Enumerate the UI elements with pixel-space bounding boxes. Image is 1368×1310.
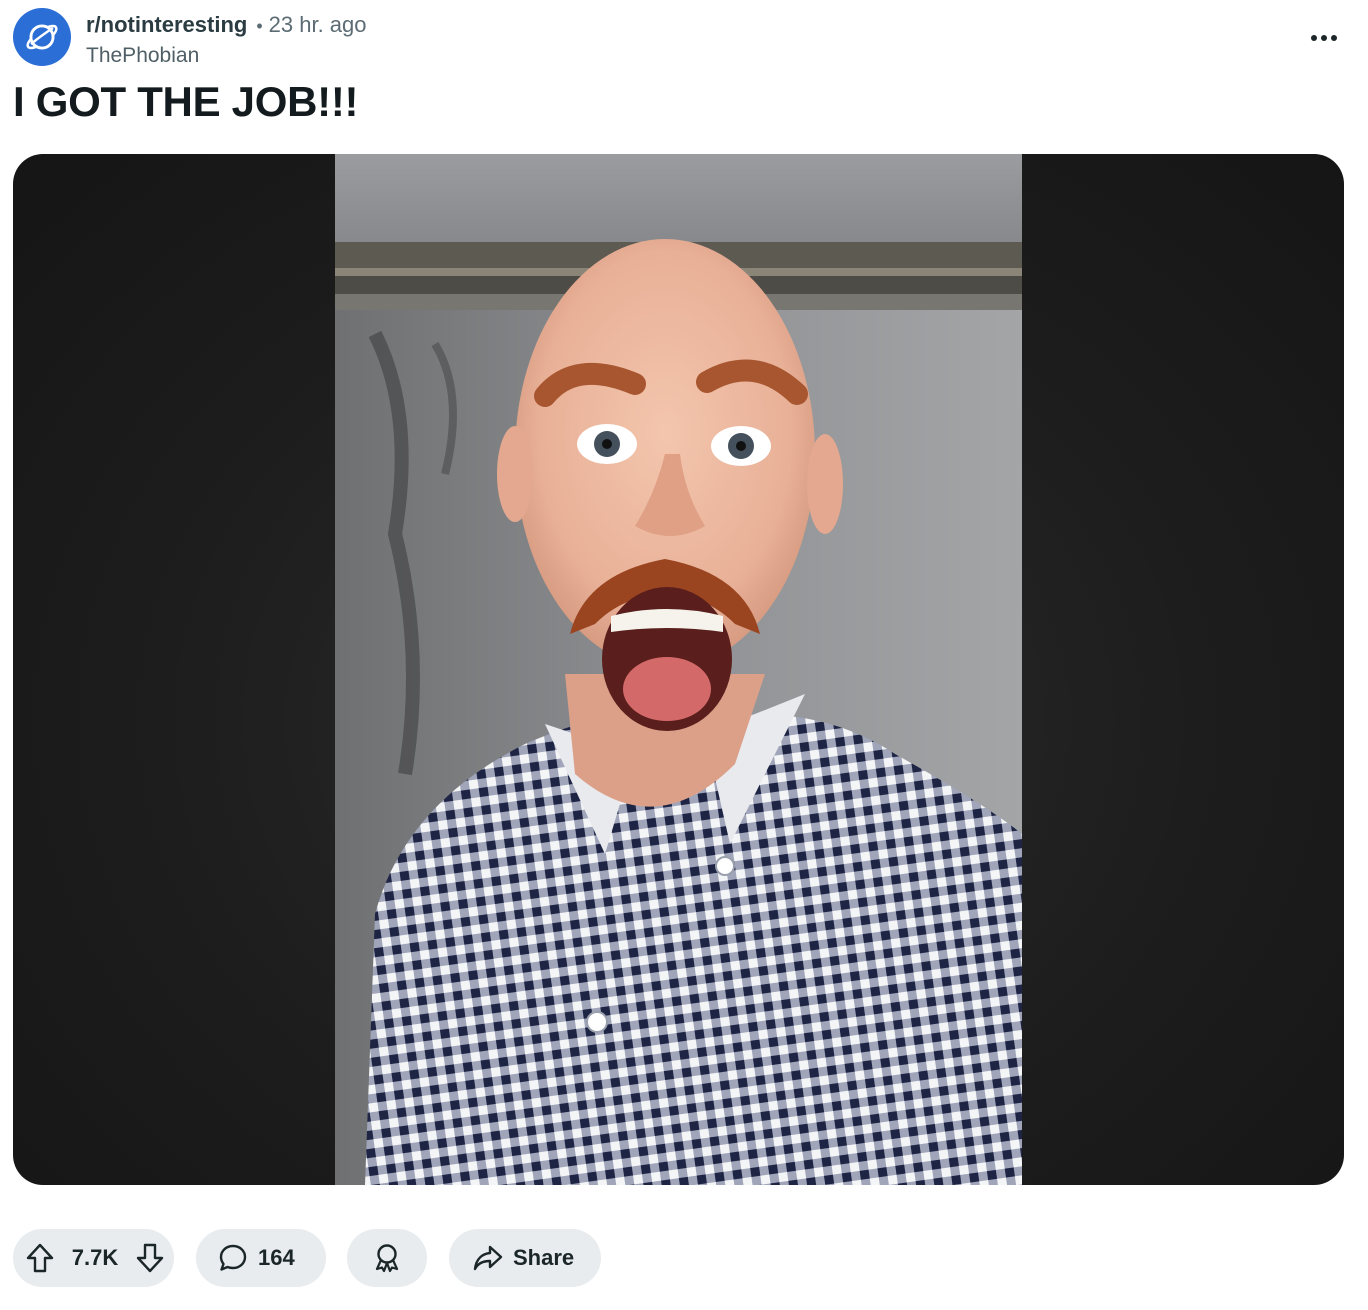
award-button[interactable] [347,1229,427,1287]
comment-bubble-icon [219,1244,247,1271]
planet-icon [26,24,58,50]
comments-button[interactable]: 164 [196,1229,326,1287]
post-media[interactable] [13,154,1344,1185]
author-link[interactable]: ThePhobian [86,42,367,70]
more-options-button[interactable] [1304,22,1344,54]
post-title[interactable]: I GOT THE JOB!!! [13,78,358,126]
vote-score: 7.7K [71,1245,119,1270]
award-ribbon-icon [375,1244,399,1273]
share-arrow-icon [473,1245,503,1271]
vote-control: 7.7K [13,1229,174,1287]
downvote-arrow-icon [136,1243,164,1273]
upvote-arrow-icon [26,1243,54,1273]
downvote-button[interactable] [136,1243,164,1273]
upvote-button[interactable] [26,1243,54,1273]
share-button[interactable]: Share [449,1229,601,1287]
post-header: r/notinteresting • 23 hr. ago ThePhobian [13,8,367,68]
subreddit-avatar[interactable] [13,8,71,66]
more-horizontal-icon [1311,35,1337,41]
share-label: Share [513,1245,575,1270]
subreddit-link[interactable]: r/notinteresting [86,11,247,39]
comment-count: 164 [258,1245,295,1270]
post-action-bar: 7.7K 164 Share [13,1229,601,1287]
post-timestamp: 23 hr. ago [268,12,367,37]
post-image [335,154,1022,1185]
selfie-illustration [335,154,1022,1185]
post-card: r/notinteresting • 23 hr. ago ThePhobian… [0,0,1368,1310]
post-meta: r/notinteresting • 23 hr. ago ThePhobian [86,8,367,70]
meta-separator: • [256,16,263,36]
